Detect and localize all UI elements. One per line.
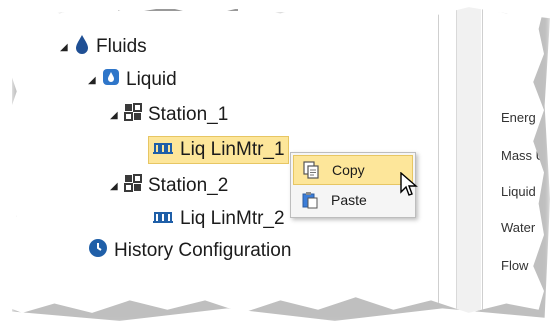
mouse-cursor-icon	[400, 171, 420, 202]
clock-icon	[88, 238, 108, 264]
copy-icon	[300, 160, 322, 180]
node-label: Station_1	[148, 104, 229, 125]
node-label: Fluids	[96, 36, 147, 57]
clipped-node	[118, 4, 238, 18]
clipped-node-bar	[118, 4, 238, 11]
tree-node-station-2[interactable]: ◢ Station_2	[110, 173, 228, 199]
node-label: Liquid	[126, 69, 177, 90]
node-label: History Configuration	[114, 240, 292, 261]
property-label: Liquid	[501, 184, 536, 199]
meter-icon	[152, 139, 174, 161]
paste-label: Paste	[331, 192, 367, 208]
copy-menu-item[interactable]: Copy	[293, 155, 413, 185]
meter-icon	[152, 208, 174, 230]
tree-node-liquid[interactable]: ◢ Liquid	[88, 67, 177, 93]
copy-label: Copy	[332, 162, 365, 178]
collapse-arrow-icon[interactable]: ◢	[110, 181, 124, 192]
tree-node-liq-linmtr-2[interactable]: Liq LinMtr_2	[152, 206, 285, 232]
droplet-icon	[74, 34, 90, 60]
collapse-arrow-icon[interactable]: ◢	[88, 75, 102, 86]
property-label: Energ	[501, 110, 536, 125]
liquid-icon	[102, 68, 120, 92]
splitter[interactable]	[456, 4, 481, 313]
context-menu: Copy Paste	[290, 152, 416, 218]
station-icon	[124, 174, 142, 198]
tree-node-fluids[interactable]: ◢ Fluids	[60, 34, 147, 60]
tree-node-station-1[interactable]: ◢ Station_1	[110, 102, 228, 128]
collapse-arrow-icon[interactable]: ◢	[60, 42, 74, 53]
node-label: Station_2	[148, 175, 229, 196]
pane-divider[interactable]	[438, 4, 439, 313]
property-label: Water	[501, 220, 536, 235]
tree-node-liq-linmtr-1[interactable]: Liq LinMtr_1	[148, 136, 289, 164]
tree-node-history-configuration[interactable]: History Configuration	[88, 238, 291, 264]
paste-menu-item[interactable]: Paste	[293, 186, 411, 214]
node-label: Liq LinMtr_2	[180, 208, 285, 229]
screenshot-card: ◢ Fluids ◢ Liquid ◢ Station_1 Liq LinMtr…	[6, 4, 544, 313]
station-icon	[124, 103, 142, 127]
collapse-arrow-icon[interactable]: ◢	[110, 110, 124, 121]
property-label: Flow	[501, 258, 529, 273]
paste-icon	[299, 190, 321, 210]
node-label: Liq LinMtr_1	[180, 139, 285, 160]
